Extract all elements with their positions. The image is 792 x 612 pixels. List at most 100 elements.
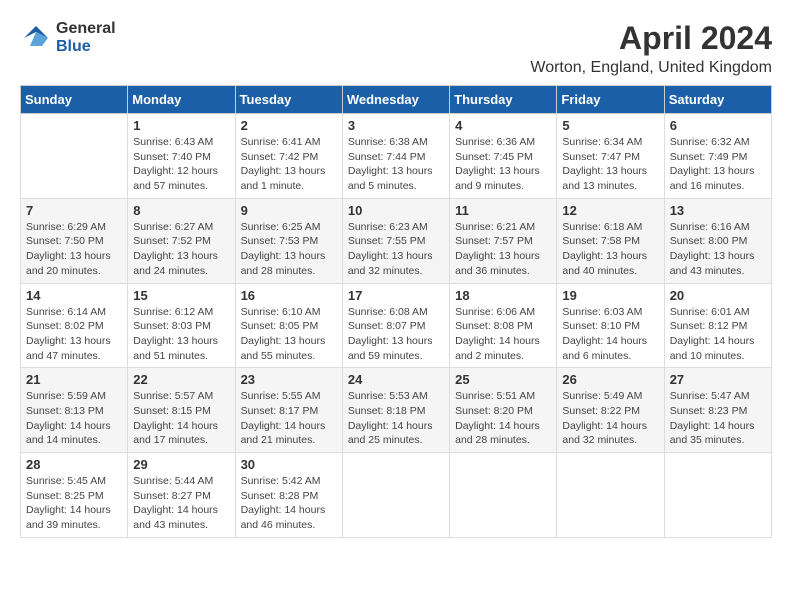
calendar-cell: 17 Sunrise: 6:08 AMSunset: 8:07 PMDayligh… [342, 283, 449, 368]
day-info: Sunrise: 6:14 AMSunset: 8:02 PMDaylight:… [26, 305, 122, 364]
day-info: Sunrise: 6:08 AMSunset: 8:07 PMDaylight:… [348, 305, 444, 364]
day-info: Sunrise: 6:29 AMSunset: 7:50 PMDaylight:… [26, 220, 122, 279]
day-number: 25 [455, 372, 551, 387]
calendar-cell: 24 Sunrise: 5:53 AMSunset: 8:18 PMDayligh… [342, 368, 449, 453]
day-info: Sunrise: 5:55 AMSunset: 8:17 PMDaylight:… [241, 389, 337, 448]
day-number: 16 [241, 288, 337, 303]
calendar-week-row: 28 Sunrise: 5:45 AMSunset: 8:25 PMDayligh… [21, 453, 772, 538]
day-info: Sunrise: 6:18 AMSunset: 7:58 PMDaylight:… [562, 220, 658, 279]
day-info: Sunrise: 6:12 AMSunset: 8:03 PMDaylight:… [133, 305, 229, 364]
calendar-week-row: 14 Sunrise: 6:14 AMSunset: 8:02 PMDayligh… [21, 283, 772, 368]
calendar-week-row: 7Sunrise: 6:29 AMSunset: 7:50 PMDaylight… [21, 198, 772, 283]
day-header-wednesday: Wednesday [342, 86, 449, 114]
day-number: 21 [26, 372, 122, 387]
calendar-cell: 16 Sunrise: 6:10 AMSunset: 8:05 PMDayligh… [235, 283, 342, 368]
day-info: Sunrise: 5:42 AMSunset: 8:28 PMDaylight:… [241, 474, 337, 533]
day-number: 30 [241, 457, 337, 472]
day-number: 29 [133, 457, 229, 472]
calendar-cell: 6Sunrise: 6:32 AMSunset: 7:49 PMDaylight… [664, 114, 771, 199]
calendar-cell [342, 453, 449, 538]
calendar-cell: 4 Sunrise: 6:36 AMSunset: 7:45 PMDaylight… [450, 114, 557, 199]
day-number: 12 [562, 203, 658, 218]
calendar-cell: 27 Sunrise: 5:47 AMSunset: 8:23 PMDayligh… [664, 368, 771, 453]
day-number: 19 [562, 288, 658, 303]
day-number: 23 [241, 372, 337, 387]
day-info: Sunrise: 6:06 AMSunset: 8:08 PMDaylight:… [455, 305, 551, 364]
calendar-cell: 14 Sunrise: 6:14 AMSunset: 8:02 PMDayligh… [21, 283, 128, 368]
logo: General Blue [20, 20, 116, 55]
day-info: Sunrise: 5:49 AMSunset: 8:22 PMDaylight:… [562, 389, 658, 448]
calendar-cell: 15 Sunrise: 6:12 AMSunset: 8:03 PMDayligh… [128, 283, 235, 368]
day-info: Sunrise: 6:16 AMSunset: 8:00 PMDaylight:… [670, 220, 766, 279]
day-number: 10 [348, 203, 444, 218]
day-number: 8 [133, 203, 229, 218]
logo-icon [20, 22, 52, 54]
day-number: 11 [455, 203, 551, 218]
day-info: Sunrise: 6:03 AMSunset: 8:10 PMDaylight:… [562, 305, 658, 364]
calendar-cell: 18Sunrise: 6:06 AMSunset: 8:08 PMDayligh… [450, 283, 557, 368]
calendar-header-row: SundayMondayTuesdayWednesdayThursdayFrid… [21, 86, 772, 114]
day-info: Sunrise: 5:53 AMSunset: 8:18 PMDaylight:… [348, 389, 444, 448]
calendar-cell: 28 Sunrise: 5:45 AMSunset: 8:25 PMDayligh… [21, 453, 128, 538]
day-header-thursday: Thursday [450, 86, 557, 114]
day-number: 24 [348, 372, 444, 387]
calendar-cell [664, 453, 771, 538]
day-info: Sunrise: 6:32 AMSunset: 7:49 PMDaylight:… [670, 135, 766, 194]
calendar-cell: 10 Sunrise: 6:23 AMSunset: 7:55 PMDayligh… [342, 198, 449, 283]
day-info: Sunrise: 6:23 AMSunset: 7:55 PMDaylight:… [348, 220, 444, 279]
calendar-cell: 5 Sunrise: 6:34 AMSunset: 7:47 PMDaylight… [557, 114, 664, 199]
day-header-friday: Friday [557, 86, 664, 114]
calendar-cell: 9 Sunrise: 6:25 AMSunset: 7:53 PMDaylight… [235, 198, 342, 283]
header: General Blue April 2024 Worton, England,… [20, 20, 772, 77]
day-number: 20 [670, 288, 766, 303]
day-info: Sunrise: 5:45 AMSunset: 8:25 PMDaylight:… [26, 474, 122, 533]
day-number: 2 [241, 118, 337, 133]
day-info: Sunrise: 5:44 AMSunset: 8:27 PMDaylight:… [133, 474, 229, 533]
title-section: April 2024 Worton, England, United Kingd… [530, 20, 772, 77]
calendar-cell: 30 Sunrise: 5:42 AMSunset: 8:28 PMDayligh… [235, 453, 342, 538]
calendar-cell: 19 Sunrise: 6:03 AMSunset: 8:10 PMDayligh… [557, 283, 664, 368]
day-number: 15 [133, 288, 229, 303]
day-info: Sunrise: 5:59 AMSunset: 8:13 PMDaylight:… [26, 389, 122, 448]
day-info: Sunrise: 5:57 AMSunset: 8:15 PMDaylight:… [133, 389, 229, 448]
calendar-table: SundayMondayTuesdayWednesdayThursdayFrid… [20, 85, 772, 538]
day-number: 4 [455, 118, 551, 133]
calendar-week-row: 1 Sunrise: 6:43 AMSunset: 7:40 PMDaylight… [21, 114, 772, 199]
day-info: Sunrise: 5:51 AMSunset: 8:20 PMDaylight:… [455, 389, 551, 448]
day-number: 5 [562, 118, 658, 133]
calendar-cell: 20 Sunrise: 6:01 AMSunset: 8:12 PMDayligh… [664, 283, 771, 368]
day-info: Sunrise: 6:10 AMSunset: 8:05 PMDaylight:… [241, 305, 337, 364]
logo-general-text: General [56, 20, 116, 38]
calendar-cell: 8 Sunrise: 6:27 AMSunset: 7:52 PMDaylight… [128, 198, 235, 283]
calendar-cell: 12 Sunrise: 6:18 AMSunset: 7:58 PMDayligh… [557, 198, 664, 283]
calendar-cell: 21 Sunrise: 5:59 AMSunset: 8:13 PMDayligh… [21, 368, 128, 453]
logo-blue-text: Blue [56, 38, 116, 56]
day-number: 1 [133, 118, 229, 133]
day-header-saturday: Saturday [664, 86, 771, 114]
day-info: Sunrise: 6:25 AMSunset: 7:53 PMDaylight:… [241, 220, 337, 279]
day-number: 9 [241, 203, 337, 218]
day-info: Sunrise: 6:01 AMSunset: 8:12 PMDaylight:… [670, 305, 766, 364]
day-info: Sunrise: 6:43 AMSunset: 7:40 PMDaylight:… [133, 135, 229, 194]
calendar-cell: 11Sunrise: 6:21 AMSunset: 7:57 PMDayligh… [450, 198, 557, 283]
day-header-monday: Monday [128, 86, 235, 114]
day-info: Sunrise: 6:41 AMSunset: 7:42 PMDaylight:… [241, 135, 337, 194]
day-number: 27 [670, 372, 766, 387]
day-header-tuesday: Tuesday [235, 86, 342, 114]
calendar-cell: 22Sunrise: 5:57 AMSunset: 8:15 PMDayligh… [128, 368, 235, 453]
day-number: 17 [348, 288, 444, 303]
day-number: 3 [348, 118, 444, 133]
calendar-cell: 23 Sunrise: 5:55 AMSunset: 8:17 PMDayligh… [235, 368, 342, 453]
calendar-cell: 26Sunrise: 5:49 AMSunset: 8:22 PMDayligh… [557, 368, 664, 453]
day-info: Sunrise: 6:34 AMSunset: 7:47 PMDaylight:… [562, 135, 658, 194]
day-number: 14 [26, 288, 122, 303]
calendar-cell: 25 Sunrise: 5:51 AMSunset: 8:20 PMDayligh… [450, 368, 557, 453]
day-info: Sunrise: 6:27 AMSunset: 7:52 PMDaylight:… [133, 220, 229, 279]
subtitle: Worton, England, United Kingdom [530, 59, 772, 77]
calendar-cell: 7Sunrise: 6:29 AMSunset: 7:50 PMDaylight… [21, 198, 128, 283]
day-header-sunday: Sunday [21, 86, 128, 114]
day-info: Sunrise: 6:36 AMSunset: 7:45 PMDaylight:… [455, 135, 551, 194]
day-info: Sunrise: 5:47 AMSunset: 8:23 PMDaylight:… [670, 389, 766, 448]
calendar-cell: 29 Sunrise: 5:44 AMSunset: 8:27 PMDayligh… [128, 453, 235, 538]
day-number: 28 [26, 457, 122, 472]
